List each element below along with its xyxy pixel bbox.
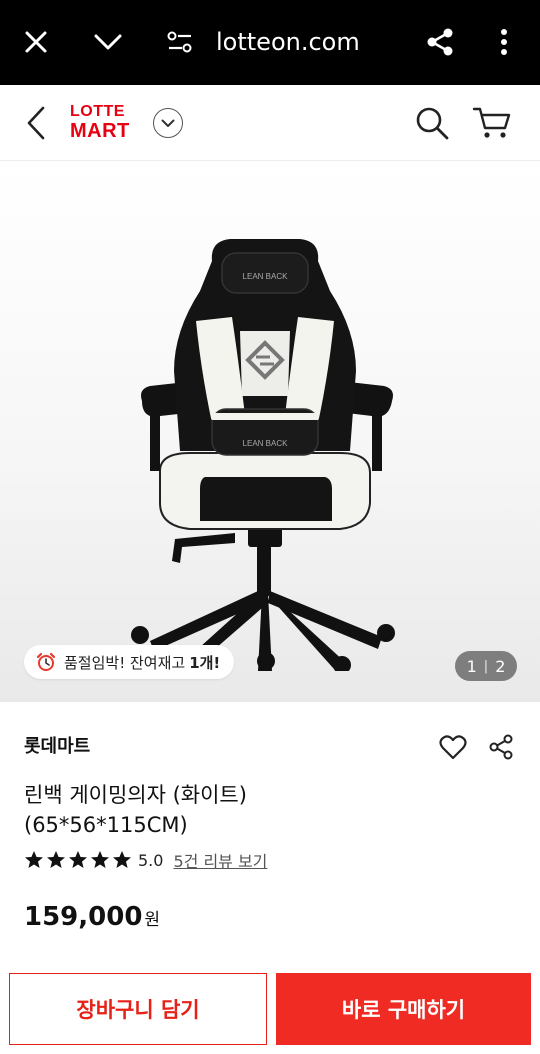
chevron-down-icon[interactable] bbox=[88, 22, 128, 62]
rating-row: 5.0 5건 리뷰 보기 bbox=[24, 848, 267, 872]
page-total: 2 bbox=[495, 656, 506, 676]
cart-icon[interactable] bbox=[470, 103, 514, 143]
page-current: 1 bbox=[466, 656, 477, 676]
close-icon[interactable] bbox=[16, 22, 56, 62]
share-icon[interactable] bbox=[420, 22, 460, 62]
share-icon[interactable] bbox=[484, 730, 518, 764]
logo-line2: MART bbox=[70, 120, 130, 142]
chair-brand-label-bottom: LEAN BACK bbox=[243, 439, 289, 448]
url-bar[interactable]: lotteon.com bbox=[216, 26, 360, 58]
heart-icon[interactable] bbox=[436, 730, 470, 764]
price: 159,000 원 bbox=[24, 902, 160, 932]
chair-brand-label-top: LEAN BACK bbox=[243, 272, 289, 281]
bottom-action-bar: 장바구니 담기 바로 구매하기 bbox=[0, 960, 540, 1054]
star-icon bbox=[47, 851, 65, 868]
logo-line1: LOTTE bbox=[70, 103, 125, 120]
product-title-line1: 린백 게이밍의자 (화이트) bbox=[24, 783, 247, 807]
product-title-line2: (65*56*115CM) bbox=[24, 813, 188, 837]
product-title: 린백 게이밍의자 (화이트) (65*56*115CM) bbox=[24, 780, 504, 840]
stock-alert-text: 품절임박! 잔여재고 bbox=[64, 653, 186, 672]
back-icon[interactable] bbox=[18, 103, 54, 143]
product-image-carousel[interactable]: LEAN BACK LEAN BACK 품절임박! 잔여재고 1개! 1 | 2 bbox=[0, 161, 540, 702]
price-value: 159,000 bbox=[24, 902, 143, 932]
rating-stars bbox=[24, 850, 132, 870]
seller-name[interactable]: 롯데마트 bbox=[24, 732, 90, 758]
star-icon bbox=[69, 851, 87, 868]
product-chair-image: LEAN BACK LEAN BACK bbox=[131, 239, 395, 671]
alarm-clock-icon bbox=[36, 652, 56, 671]
price-unit: 원 bbox=[144, 910, 161, 930]
site-header: LOTTE MART bbox=[0, 85, 540, 161]
add-to-cart-button[interactable]: 장바구니 담기 bbox=[9, 973, 267, 1045]
star-icon bbox=[113, 851, 131, 868]
review-link[interactable]: 5건 리뷰 보기 bbox=[173, 848, 267, 872]
chevron-down-icon[interactable] bbox=[153, 108, 183, 138]
image-page-indicator: 1 | 2 bbox=[455, 651, 517, 681]
stock-count: 1개! bbox=[189, 653, 221, 672]
page-separator: | bbox=[483, 658, 489, 674]
buy-now-button[interactable]: 바로 구매하기 bbox=[276, 973, 531, 1045]
star-icon bbox=[91, 851, 109, 868]
stock-alert-badge: 품절임박! 잔여재고 1개! bbox=[24, 645, 235, 679]
more-vertical-icon[interactable] bbox=[484, 22, 524, 62]
star-icon bbox=[25, 851, 43, 868]
search-icon[interactable] bbox=[412, 103, 452, 143]
browser-toolbar: lotteon.com bbox=[0, 0, 540, 85]
site-settings-icon[interactable] bbox=[160, 22, 200, 62]
rating-score: 5.0 bbox=[138, 850, 164, 870]
lotte-mart-logo[interactable]: LOTTE MART bbox=[70, 104, 144, 144]
